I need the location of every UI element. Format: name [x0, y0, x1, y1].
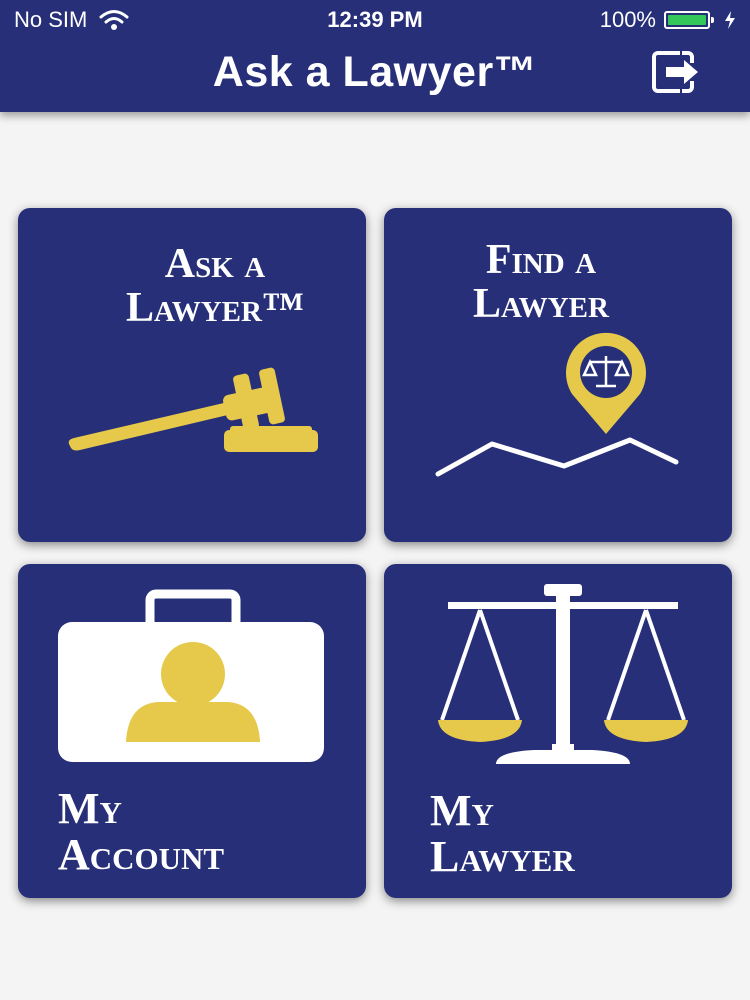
my-account-tile[interactable]: My Account [18, 564, 366, 898]
status-bar: No SIM 12:39 PM 100% [0, 0, 750, 36]
tile-label-line2: Lawyer [430, 832, 575, 882]
find-a-lawyer-tile[interactable]: Find a Lawyer [384, 208, 732, 542]
battery-icon [664, 11, 714, 29]
charging-bolt-icon [725, 11, 735, 29]
tile-label-line1: My [58, 784, 122, 833]
app-header: No SIM 12:39 PM 100% Ask a Lawyer™ [0, 0, 750, 112]
tile-label: My Account [58, 784, 225, 880]
battery-percent: 100% [599, 7, 656, 32]
my-lawyer-tile[interactable]: My Lawyer [384, 564, 732, 898]
map-pin-icon [435, 332, 679, 477]
tile-label-line2: Account [58, 830, 225, 880]
exit-button[interactable] [650, 50, 704, 94]
exit-icon [652, 50, 698, 94]
tile-label: My Lawyer [430, 786, 575, 882]
ask-a-lawyer-tile[interactable]: Ask a Lawyer™ [18, 208, 366, 542]
gavel-icon [68, 367, 318, 452]
battery-group: 100% [600, 7, 736, 33]
page-title: Ask a Lawyer™ [212, 48, 538, 96]
tile-label-line1: My [430, 786, 494, 835]
